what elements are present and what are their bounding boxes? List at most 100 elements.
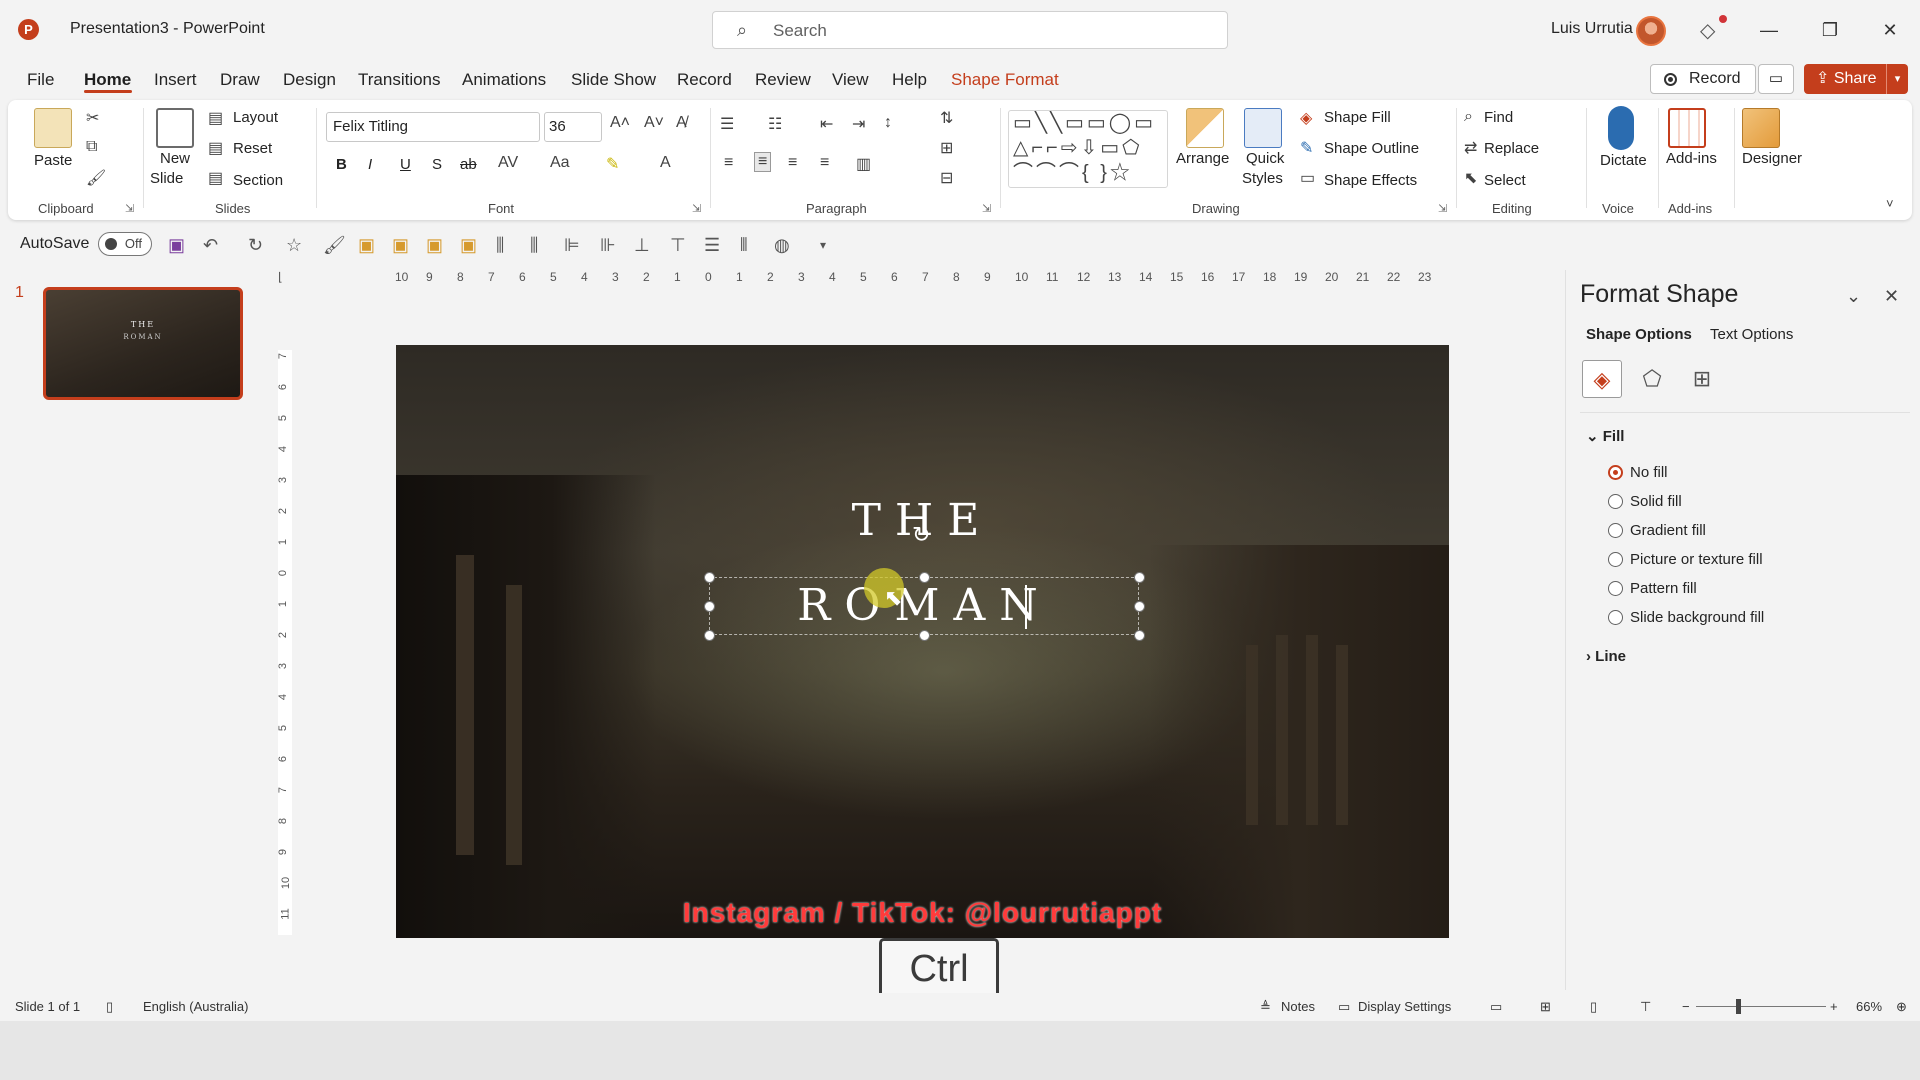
brush-icon[interactable]: 🖌 [323, 235, 346, 256]
bullets-icon[interactable]: ☰ [720, 114, 734, 134]
resize-handle[interactable] [1134, 601, 1145, 612]
paste-icon[interactable] [34, 108, 72, 148]
tab-review[interactable]: Review [755, 70, 811, 90]
font-size-select[interactable]: 36 [544, 112, 602, 142]
tab-shape-options[interactable]: Shape Options [1586, 326, 1692, 343]
align-bottom-icon[interactable]: ⊥ [634, 235, 650, 256]
fit-to-window-icon[interactable]: ⊕ [1896, 999, 1907, 1015]
align-right-objects-icon[interactable]: ⊪ [600, 235, 616, 256]
add-ins-button[interactable]: Add-ins [1666, 150, 1717, 167]
resize-handle[interactable] [919, 630, 930, 641]
italic-button[interactable]: I [368, 156, 372, 173]
shape-outline-button[interactable]: Shape Outline [1324, 140, 1419, 157]
tab-home[interactable]: Home [84, 70, 131, 90]
cut-icon[interactable]: ✂ [86, 108, 99, 128]
align-center-horizontal-icon[interactable]: ⫼ [496, 235, 504, 256]
size-properties-icon[interactable]: ⊞ [1682, 360, 1722, 398]
tab-text-options[interactable]: Text Options [1710, 326, 1793, 343]
dictate-button[interactable]: Dictate [1600, 152, 1647, 169]
tab-record[interactable]: Record [677, 70, 732, 90]
bring-forward-icon[interactable]: ▣ [358, 235, 375, 256]
radio-button[interactable] [1608, 523, 1623, 538]
quick-styles-label[interactable]: Quick [1246, 150, 1284, 167]
tab-animations[interactable]: Animations [462, 70, 546, 90]
star-icon[interactable]: ☆ [286, 235, 302, 256]
align-right-icon[interactable]: ≡ [788, 154, 797, 172]
shadow-button[interactable]: S [432, 156, 442, 173]
dialog-launcher-icon[interactable]: ⇲ [1438, 202, 1447, 215]
zoom-slider-thumb[interactable] [1736, 999, 1741, 1014]
slide-canvas[interactable]: THE ROMAN ↻ ⬉ Instagram / TikTok: @lourr… [396, 345, 1449, 938]
increase-indent-icon[interactable]: ⇥ [852, 114, 865, 134]
vertical-ruler[interactable]: 7 6 5 4 3 2 1 0 1 2 3 4 5 6 7 8 9 10 11 [277, 350, 292, 935]
new-slide-label[interactable]: New [160, 150, 190, 167]
zoom-out-icon[interactable]: − [1682, 999, 1690, 1014]
slide-thumbnail[interactable]: THE ROMAN [43, 287, 243, 400]
dialog-launcher-icon[interactable]: ⇲ [692, 202, 701, 215]
user-name[interactable]: Luis Urrutia [1551, 20, 1633, 38]
send-backward-icon[interactable]: ▣ [392, 235, 409, 256]
line-section-header[interactable]: › Line [1586, 648, 1626, 665]
line-spacing-icon[interactable]: ↕ [884, 114, 892, 132]
smartart-icon[interactable]: ⊟ [940, 168, 953, 188]
record-button[interactable]: Record [1650, 64, 1756, 94]
dialog-launcher-icon[interactable]: ⇲ [125, 202, 134, 215]
align-center-icon[interactable]: ≡ [754, 152, 772, 172]
copy-icon[interactable]: ⧉ [86, 138, 97, 156]
customize-qat-icon[interactable]: ▾ [820, 238, 826, 252]
new-slide-label-2[interactable]: Slide [150, 170, 183, 187]
distribute-horizontal-icon[interactable]: ⫴ [740, 235, 748, 256]
tab-help[interactable]: Help [892, 70, 927, 90]
align-left-objects-icon[interactable]: ⊫ [564, 235, 580, 256]
group-icon[interactable]: ▣ [426, 235, 443, 256]
radio-button[interactable] [1608, 465, 1623, 480]
merge-shapes-icon[interactable]: ◍ [774, 235, 790, 256]
add-ins-icon[interactable] [1668, 108, 1706, 148]
reset-button[interactable]: Reset [233, 140, 272, 157]
underline-button[interactable]: U [400, 156, 411, 173]
fill-line-icon[interactable]: ◈ [1582, 360, 1622, 398]
notes-icon[interactable]: ≜ [1260, 999, 1271, 1015]
zoom-slider[interactable] [1696, 1006, 1826, 1007]
search-box[interactable]: ⌕ Search [712, 11, 1228, 49]
zoom-in-icon[interactable]: + [1830, 999, 1838, 1014]
shape-effects-button[interactable]: Shape Effects [1324, 172, 1417, 189]
tab-selector-icon[interactable]: ⌊ [278, 270, 283, 284]
notes-button[interactable]: Notes [1281, 999, 1315, 1014]
close-button[interactable]: ✕ [1867, 14, 1913, 46]
shape-fill-button[interactable]: Shape Fill [1324, 109, 1391, 126]
diamond-icon[interactable]: ◇ [1700, 18, 1715, 43]
radio-button[interactable] [1608, 552, 1623, 567]
language-indicator[interactable]: English (Australia) [143, 999, 249, 1014]
find-button[interactable]: Find [1484, 109, 1513, 126]
change-case-icon[interactable]: Aa [550, 154, 570, 172]
format-painter-icon[interactable]: 🖌 [86, 168, 106, 188]
restore-button[interactable]: ❐ [1807, 14, 1853, 46]
zoom-level[interactable]: 66% [1856, 999, 1882, 1014]
section-button[interactable]: Section [233, 172, 283, 189]
clear-formatting-icon[interactable]: A̸ [676, 114, 687, 132]
resize-handle[interactable] [704, 572, 715, 583]
strikethrough-button[interactable]: ab [460, 156, 477, 173]
select-button[interactable]: Select [1484, 172, 1526, 189]
tab-transitions[interactable]: Transitions [358, 70, 441, 90]
normal-view-icon[interactable]: ▭ [1490, 999, 1502, 1015]
tab-draw[interactable]: Draw [220, 70, 260, 90]
highlight-icon[interactable]: ✎ [606, 154, 619, 174]
justify-icon[interactable]: ≡ [820, 154, 829, 172]
effects-icon[interactable]: ⬠ [1632, 360, 1672, 398]
slide-sorter-icon[interactable]: ⊞ [1540, 999, 1551, 1015]
font-family-select[interactable]: Felix Titling [326, 112, 540, 142]
resize-handle[interactable] [1134, 572, 1145, 583]
slideshow-icon[interactable]: ⊤ [1640, 999, 1651, 1015]
arrange-button[interactable]: Arrange [1176, 150, 1229, 167]
bold-button[interactable]: B [336, 156, 347, 173]
radio-button[interactable] [1608, 494, 1623, 509]
shrink-font-icon[interactable]: A˅ [644, 114, 664, 132]
fill-section-header[interactable]: ⌄ Fill [1586, 427, 1624, 445]
resize-handle[interactable] [704, 601, 715, 612]
align-text-icon[interactable]: ⊞ [940, 138, 953, 158]
radio-button[interactable] [1608, 581, 1623, 596]
redo-icon[interactable]: ↻ [248, 235, 263, 256]
tab-insert[interactable]: Insert [154, 70, 197, 90]
